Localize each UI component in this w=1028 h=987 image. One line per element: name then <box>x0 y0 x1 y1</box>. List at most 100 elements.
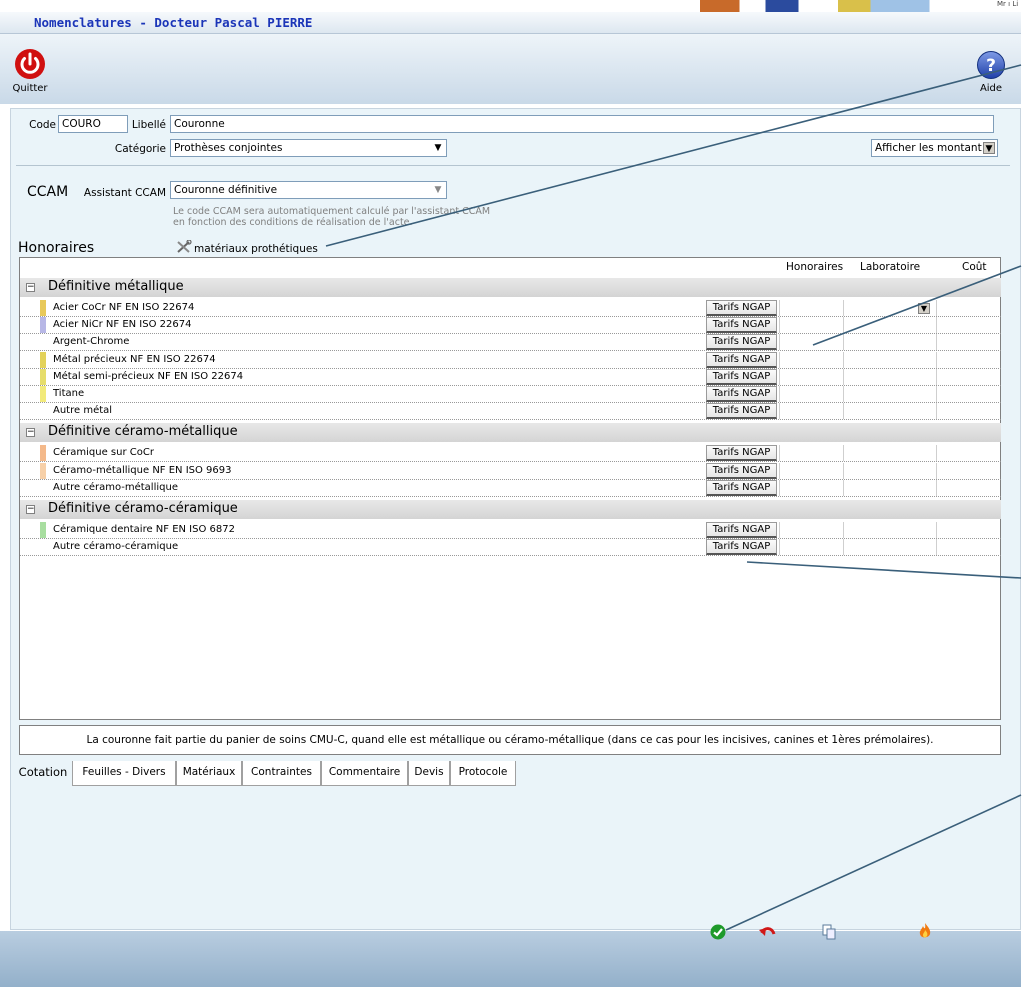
cout-cell[interactable] <box>936 351 1001 368</box>
group-header[interactable]: − Définitive céramo-céramique <box>20 500 1001 519</box>
cout-cell[interactable] <box>936 462 1001 479</box>
column-header-honoraires: Honoraires <box>786 261 844 273</box>
cout-cell[interactable] <box>936 368 1001 385</box>
quit-button[interactable]: Quitter <box>8 48 52 94</box>
tarifs-ngap-button[interactable]: Tarifs NGAP <box>706 334 777 351</box>
laboratoire-cell[interactable] <box>843 462 936 479</box>
tarifs-ngap-button[interactable]: Tarifs NGAP <box>706 462 777 479</box>
tarifs-ngap-button[interactable]: Tarifs NGAP <box>706 317 777 334</box>
assistant-ccam-value: Couronne définitive <box>174 184 278 196</box>
tab-devis[interactable]: Devis <box>408 761 450 786</box>
copy-icon[interactable] <box>822 924 836 943</box>
tarifs-ngap-button[interactable]: Tarifs NGAP <box>706 300 777 316</box>
validate-icon[interactable] <box>710 924 726 943</box>
honoraires-cell[interactable] <box>779 462 843 479</box>
cout-cell[interactable] <box>936 334 1001 351</box>
material-color-swatch <box>40 386 46 402</box>
honoraires-cell[interactable] <box>779 445 843 462</box>
material-name: Céramique sur CoCr <box>53 447 154 459</box>
libelle-label: Libellé <box>131 119 166 131</box>
laboratoire-cell[interactable] <box>843 386 936 402</box>
categorie-value: Prothèses conjointes <box>174 142 283 154</box>
tarifs-ngap-button[interactable]: Tarifs NGAP <box>706 351 777 368</box>
collapse-icon[interactable]: − <box>26 505 35 514</box>
honoraires-cell[interactable] <box>779 386 843 402</box>
assistant-ccam-select[interactable]: Couronne définitive ▼ <box>170 181 447 199</box>
table-row[interactable]: Acier CoCr NF EN ISO 22674 Tarifs NGAP ▼ <box>20 300 1001 317</box>
fire-icon[interactable] <box>917 922 933 943</box>
bottom-bar <box>0 923 1021 987</box>
categorie-select[interactable]: Prothèses conjointes ▼ <box>170 139 447 157</box>
honoraires-cell[interactable] <box>779 334 843 351</box>
group-header[interactable]: − Définitive métallique <box>20 278 1001 297</box>
amounts-select[interactable]: Afficher les montant ▼ <box>871 139 998 157</box>
laboratoire-cell[interactable] <box>843 334 936 351</box>
group-header[interactable]: − Définitive céramo-métallique <box>20 423 1001 443</box>
honoraires-cell[interactable] <box>779 351 843 368</box>
materials-link[interactable]: matériaux prothétiques <box>176 239 318 257</box>
table-row[interactable]: Titane Tarifs NGAP <box>20 386 1001 403</box>
tarifs-ngap-button[interactable]: Tarifs NGAP <box>706 479 777 496</box>
table-row[interactable]: Métal semi-précieux NF EN ISO 22674 Tarif… <box>20 368 1001 386</box>
tarifs-ngap-button[interactable]: Tarifs NGAP <box>706 445 777 462</box>
material-color-swatch <box>40 317 46 334</box>
cout-cell[interactable] <box>936 539 1001 556</box>
table-row[interactable]: Métal précieux NF EN ISO 22674 Tarifs NGA… <box>20 351 1001 369</box>
material-color-swatch <box>40 480 46 496</box>
tab-commentaire[interactable]: Commentaire <box>321 761 408 786</box>
laboratoire-cell[interactable] <box>843 368 936 385</box>
cout-cell[interactable] <box>936 479 1001 496</box>
tarifs-ngap-button[interactable]: Tarifs NGAP <box>706 368 777 385</box>
honoraires-cell[interactable] <box>779 403 843 420</box>
cout-cell[interactable] <box>936 403 1001 420</box>
honoraires-cell[interactable] <box>779 317 843 334</box>
table-row[interactable]: Acier NiCr NF EN ISO 22674 Tarifs NGAP <box>20 317 1001 335</box>
tarifs-ngap-button[interactable]: Tarifs NGAP <box>706 403 777 420</box>
tab-contraintes[interactable]: Contraintes <box>242 761 321 786</box>
honoraires-cell[interactable] <box>779 479 843 496</box>
help-button[interactable]: ? Aide <box>972 50 1010 94</box>
cout-cell[interactable] <box>936 300 1001 316</box>
cout-cell[interactable] <box>936 386 1001 402</box>
honoraires-cell[interactable] <box>779 522 843 538</box>
undo-icon[interactable] <box>759 924 777 943</box>
table-row[interactable]: Céramique dentaire NF EN ISO 6872 Tarifs … <box>20 522 1001 539</box>
laboratoire-cell[interactable] <box>843 479 936 496</box>
laboratoire-cell[interactable] <box>843 317 936 334</box>
table-row[interactable]: Céramo-métallique NF EN ISO 9693 Tarifs N… <box>20 462 1001 480</box>
tab-matériaux[interactable]: Matériaux <box>176 761 242 786</box>
collapse-icon[interactable]: − <box>26 283 35 292</box>
cout-cell[interactable] <box>936 522 1001 538</box>
table-row[interactable]: Argent-Chrome Tarifs NGAP <box>20 334 1001 352</box>
material-color-swatch <box>40 462 46 479</box>
tab-cotation[interactable]: Cotation <box>14 761 72 786</box>
svg-text:?: ? <box>986 56 996 76</box>
table-row[interactable]: Autre céramo-céramique Tarifs NGAP <box>20 539 1001 557</box>
laboratoire-cell[interactable] <box>843 351 936 368</box>
laboratoire-cell[interactable] <box>843 403 936 420</box>
cout-cell[interactable] <box>936 445 1001 462</box>
tarifs-ngap-button[interactable]: Tarifs NGAP <box>706 522 777 538</box>
table-row[interactable]: Autre métal Tarifs NGAP <box>20 403 1001 421</box>
cout-cell[interactable] <box>936 317 1001 334</box>
table-row[interactable]: Autre céramo-métallique Tarifs NGAP <box>20 479 1001 497</box>
laboratoire-cell[interactable] <box>843 445 936 462</box>
tab-feuilles-divers[interactable]: Feuilles - Divers <box>72 761 176 786</box>
laboratoire-cell[interactable] <box>843 522 936 538</box>
honoraires-cell[interactable] <box>779 368 843 385</box>
tarifs-ngap-button[interactable]: Tarifs NGAP <box>706 539 777 556</box>
table-row[interactable]: Céramique sur CoCr Tarifs NGAP <box>20 445 1001 463</box>
laboratoire-cell[interactable] <box>843 539 936 556</box>
material-color-swatch <box>40 403 46 419</box>
chevron-down-icon[interactable]: ▼ <box>918 303 930 314</box>
material-color-swatch <box>40 368 46 385</box>
group-title: Définitive céramo-céramique <box>48 501 238 516</box>
ccam-title: CCAM <box>27 184 69 200</box>
libelle-field[interactable]: Couronne <box>170 115 994 133</box>
code-field[interactable]: COURO <box>58 115 128 133</box>
tab-protocole[interactable]: Protocole <box>450 761 516 786</box>
collapse-icon[interactable]: − <box>26 428 35 438</box>
honoraires-cell[interactable] <box>779 539 843 556</box>
honoraires-cell[interactable] <box>779 300 843 316</box>
tarifs-ngap-button[interactable]: Tarifs NGAP <box>706 386 777 402</box>
